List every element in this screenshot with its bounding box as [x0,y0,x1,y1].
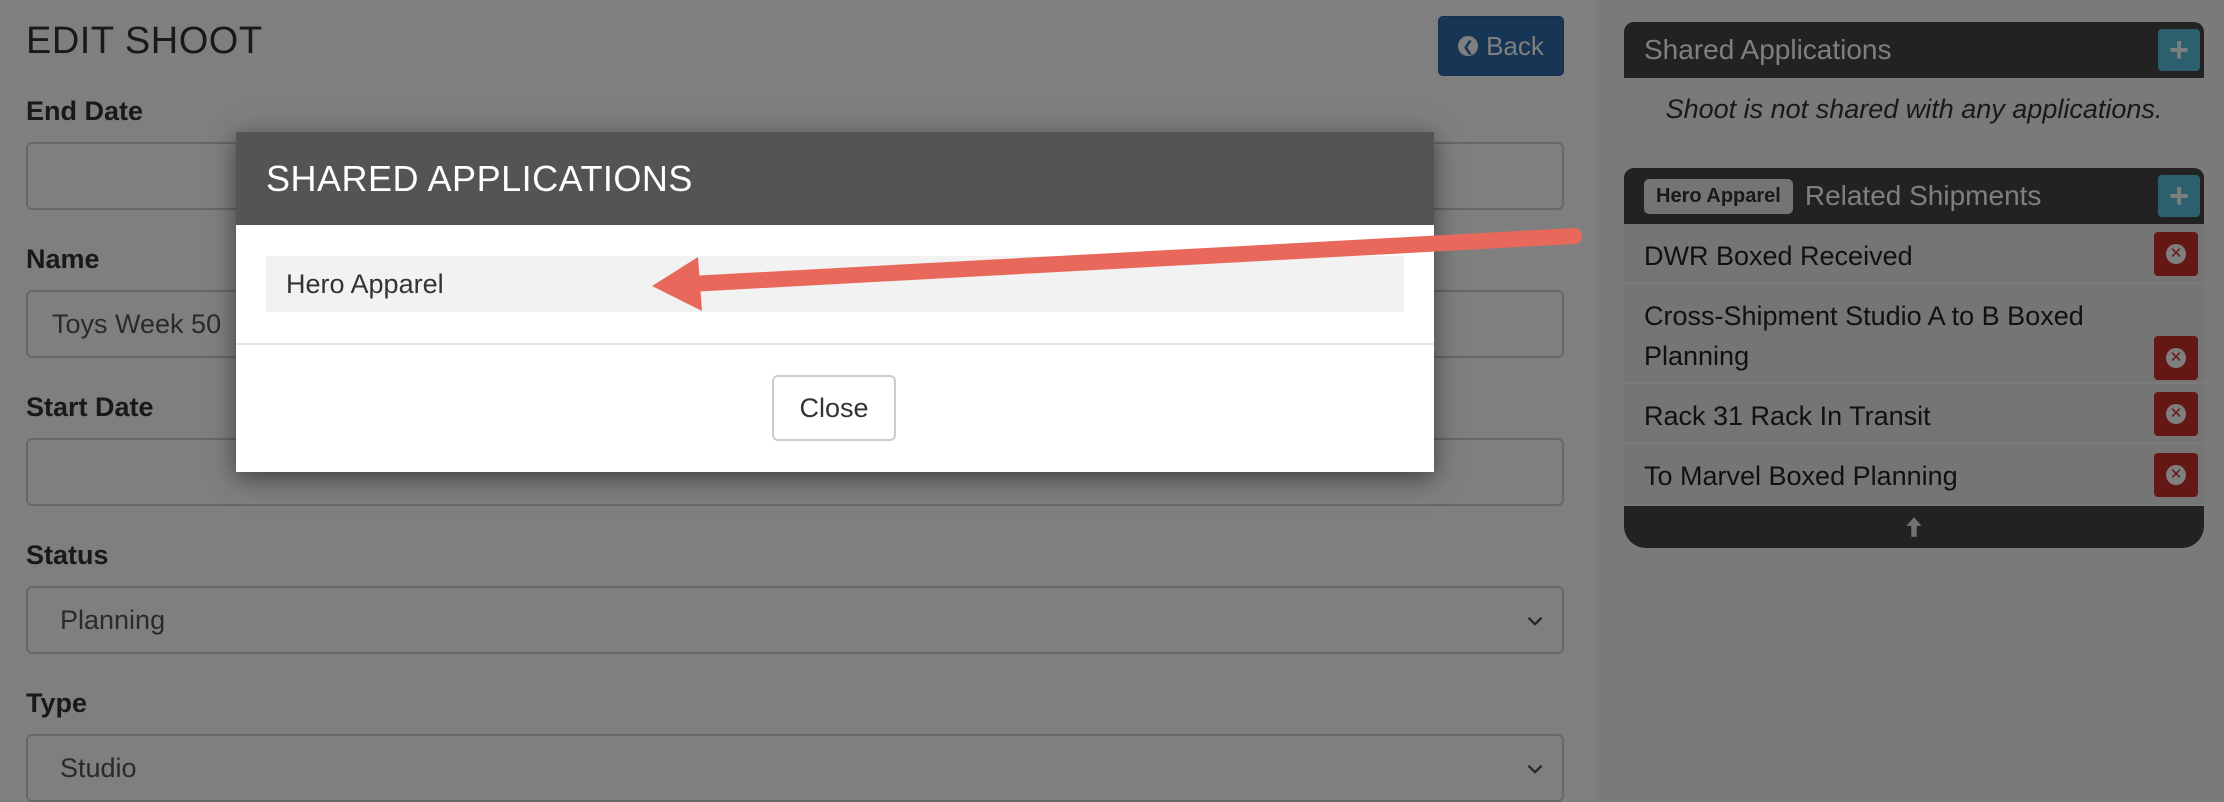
modal-header: SHARED APPLICATIONS [236,132,1434,225]
shared-application-item[interactable]: Hero Apparel [266,256,1404,312]
modal-title: SHARED APPLICATIONS [266,157,693,199]
modal-divider [236,343,1434,345]
shared-applications-modal: SHARED APPLICATIONS Hero Apparel Close [236,132,1434,472]
close-button[interactable]: Close [772,375,896,441]
edit-shoot-page: EDIT SHOOT ❮ Back End Date Name Toys Wee… [0,0,2224,802]
